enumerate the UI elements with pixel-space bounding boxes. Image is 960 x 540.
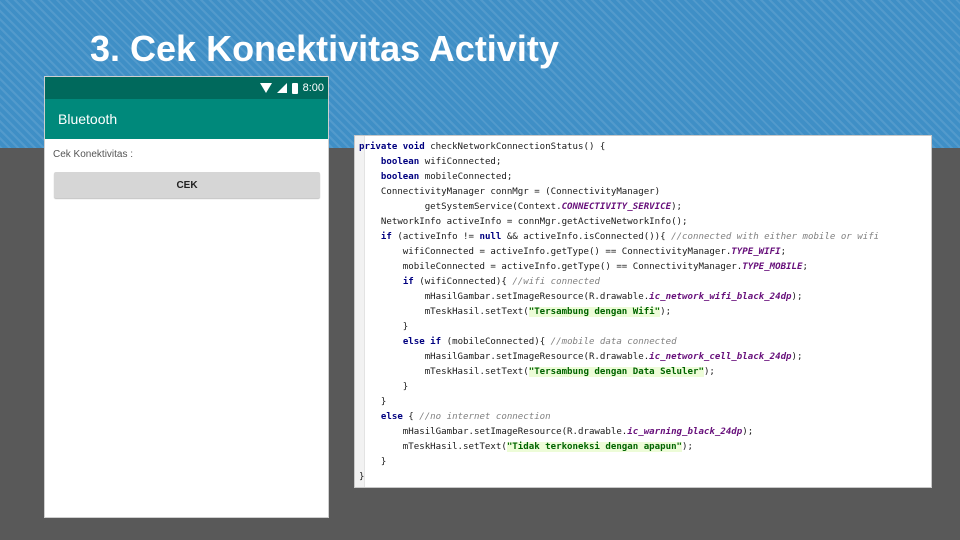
cek-button[interactable]: CEK: [54, 172, 320, 198]
wifi-icon: [259, 83, 272, 93]
code-token: TYPE_WIFI: [731, 247, 781, 257]
code-line: mobileConnected = activeInfo.getType() =…: [359, 260, 879, 275]
code-token: (wifiConnected){: [419, 277, 513, 287]
code-token: }: [359, 457, 387, 467]
code-token: null: [479, 232, 507, 242]
code-line: ConnectivityManager connMgr = (Connectiv…: [359, 185, 879, 200]
code-token: mTeskHasil.setText(: [359, 442, 507, 452]
code-token: mTeskHasil.setText(: [359, 307, 529, 317]
status-time: 8:00: [302, 82, 324, 94]
code-line: boolean mobileConnected;: [359, 170, 879, 185]
code-line: mTeskHasil.setText("Tidak terkoneksi den…: [359, 440, 879, 455]
code-token: mHasilGambar.setImageResource(R.drawable…: [359, 292, 650, 302]
code-line: }: [359, 455, 879, 470]
code-token: );: [742, 427, 754, 437]
code-token: if: [402, 277, 420, 287]
code-token: checkNetworkConnectionStatus() {: [430, 142, 606, 152]
code-token: boolean: [380, 157, 425, 167]
connectivity-label: Cek Konektivitas :: [53, 149, 134, 160]
code-token: (activeInfo !=: [397, 232, 480, 242]
code-token: && activeInfo.isConnected()){: [506, 232, 672, 242]
code-token: "Tersambung dengan Data Seluler": [528, 367, 704, 377]
code-token: );: [660, 307, 672, 317]
code-line: mTeskHasil.setText("Tersambung dengan Da…: [359, 365, 879, 380]
code-line: }: [359, 395, 879, 410]
code-line: if (activeInfo != null && activeInfo.isC…: [359, 230, 879, 245]
code-token: else: [380, 412, 409, 422]
code-token: CONNECTIVITY_SERVICE: [561, 202, 672, 212]
code-token: mHasilGambar.setImageResource(R.drawable…: [359, 427, 628, 437]
code-token: //no internet connection: [419, 412, 551, 422]
code-token: NetworkInfo activeInfo = connMgr.getActi…: [359, 217, 688, 227]
code-token: );: [791, 292, 803, 302]
code-token: ic_network_cell_black_24dp: [649, 352, 792, 362]
code-line: else if (mobileConnected){ //mobile data…: [359, 335, 879, 350]
code-token: //connected with either mobile or wifi: [671, 232, 880, 242]
code-token: mobileConnected;: [424, 172, 513, 182]
code-token: }: [359, 397, 387, 407]
code-token: if: [380, 232, 398, 242]
code-token: ;: [802, 262, 808, 272]
code-line: mHasilGambar.setImageResource(R.drawable…: [359, 350, 879, 365]
code-token: mTeskHasil.setText(: [359, 367, 529, 377]
code-line: }: [359, 320, 879, 335]
code-token: boolean: [380, 172, 425, 182]
code-token: ic_warning_black_24dp: [627, 427, 743, 437]
code-line: if (wifiConnected){ //wifi connected: [359, 275, 879, 290]
code-lines: private void checkNetworkConnectionStatu…: [359, 140, 879, 485]
signal-icon: [276, 83, 287, 93]
code-line: else { //no internet connection: [359, 410, 879, 425]
code-token: getSystemService(Context.: [359, 202, 562, 212]
app-bar-title: Bluetooth: [45, 99, 328, 139]
code-token: "Tidak terkoneksi dengan apapun": [506, 442, 683, 452]
code-token: );: [703, 367, 715, 377]
code-token: //mobile data connected: [550, 337, 677, 347]
code-line: }: [359, 380, 879, 395]
code-token: mHasilGambar.setImageResource(R.drawable…: [359, 352, 650, 362]
code-token: ;: [780, 247, 787, 257]
code-line: }: [359, 470, 879, 485]
code-token: );: [791, 352, 803, 362]
code-token: }: [359, 382, 409, 392]
code-token: wifiConnected = activeInfo.getType() == …: [359, 247, 732, 257]
code-token: mobileConnected = activeInfo.getType() =…: [359, 262, 743, 272]
code-token: (mobileConnected){: [446, 337, 551, 347]
code-line: mHasilGambar.setImageResource(R.drawable…: [359, 290, 879, 305]
code-token: ic_network_wifi_black_24dp: [649, 292, 792, 302]
code-line: private void checkNetworkConnectionStatu…: [359, 140, 879, 155]
code-token: }: [359, 472, 365, 482]
code-token: //wifi connected: [512, 277, 600, 287]
code-token: "Tersambung dengan Wifi": [528, 307, 661, 317]
code-line: boolean wifiConnected;: [359, 155, 879, 170]
code-line: getSystemService(Context.CONNECTIVITY_SE…: [359, 200, 879, 215]
code-line: mTeskHasil.setText("Tersambung dengan Wi…: [359, 305, 879, 320]
slide-title: 3. Cek Konektivitas Activity: [90, 28, 559, 69]
code-editor: private void checkNetworkConnectionStatu…: [354, 135, 932, 488]
code-line: mHasilGambar.setImageResource(R.drawable…: [359, 425, 879, 440]
battery-icon: [291, 82, 298, 94]
code-token: ConnectivityManager connMgr = (Connectiv…: [359, 187, 661, 197]
code-token: }: [359, 322, 409, 332]
code-token: );: [671, 202, 683, 212]
code-line: NetworkInfo activeInfo = connMgr.getActi…: [359, 215, 879, 230]
phone-screenshot: 8:00 Bluetooth Cek Konektivitas : CEK: [44, 76, 329, 518]
code-token: );: [682, 442, 693, 452]
code-token: {: [408, 412, 420, 422]
code-token: TYPE_MOBILE: [742, 262, 803, 272]
code-token: else if: [402, 337, 447, 347]
code-token: private void: [359, 142, 431, 152]
code-token: wifiConnected;: [424, 157, 502, 167]
code-line: wifiConnected = activeInfo.getType() == …: [359, 245, 879, 260]
status-bar: 8:00: [45, 77, 328, 99]
